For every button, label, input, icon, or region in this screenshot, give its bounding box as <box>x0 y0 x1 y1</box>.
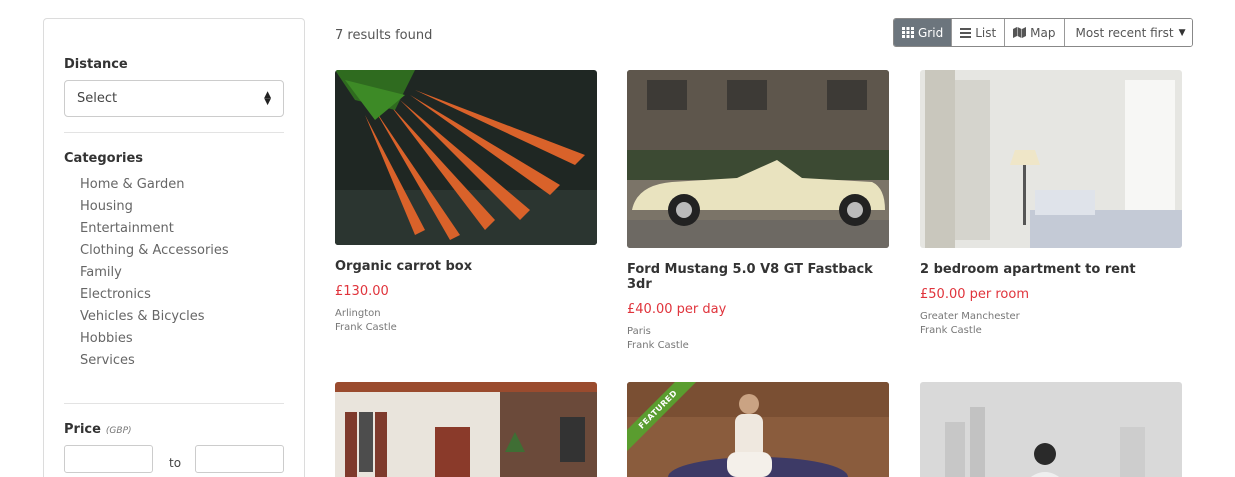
listing-title[interactable]: Ford Mustang 5.0 V8 GT Fastback 3dr <box>627 262 889 292</box>
house-image <box>335 382 597 477</box>
price-unit: (GBP) <box>105 426 132 436</box>
categories-title: Categories <box>64 151 144 166</box>
price-label: Price <box>64 422 101 437</box>
price-to-label: to <box>169 456 182 470</box>
listing-seller: Frank Castle <box>627 340 689 351</box>
list-view-label: List <box>975 25 997 40</box>
grid-icon <box>902 27 914 38</box>
listing-location: Greater Manchester <box>920 311 1020 322</box>
listing-card[interactable]: Ford Mustang 5.0 V8 GT Fastback 3dr £40.… <box>627 70 889 351</box>
price-title: Price (GBP) <box>64 422 132 437</box>
filters-sidebar: Distance Select ▲ ▼ Categories Home & Gar… <box>43 18 305 477</box>
listing-price: £50.00 per room <box>920 287 1029 302</box>
price-max-input[interactable] <box>195 445 284 473</box>
category-vehicles-bicycles[interactable]: Vehicles & Bicycles <box>80 306 229 328</box>
listing-image-house[interactable] <box>335 382 597 477</box>
page: Distance Select ▲ ▼ Categories Home & Gar… <box>0 0 1235 477</box>
price-min-input[interactable] <box>64 445 153 473</box>
listing-image-bedroom[interactable] <box>920 70 1182 248</box>
category-entertainment[interactable]: Entertainment <box>80 218 229 240</box>
sort-select[interactable]: Most recent first ▼ <box>1064 19 1192 46</box>
person-image <box>920 382 1182 477</box>
listing-title[interactable]: 2 bedroom apartment to rent <box>920 262 1182 277</box>
listing-seller: Frank Castle <box>920 325 982 336</box>
divider <box>64 403 284 404</box>
listing-seller: Frank Castle <box>335 322 397 333</box>
list-view-button[interactable]: List <box>952 19 1006 46</box>
listing-card[interactable]: Organic carrot box £130.00 Arlington Fra… <box>335 70 597 333</box>
listing-card[interactable] <box>920 382 1182 477</box>
category-clothing-accessories[interactable]: Clothing & Accessories <box>80 240 229 262</box>
listing-image-car[interactable] <box>627 70 889 248</box>
caret-down-icon: ▼ <box>1178 27 1186 38</box>
select-arrows-icon: ▲ ▼ <box>264 89 271 107</box>
grid-view-button[interactable]: Grid <box>894 19 953 46</box>
listing-price: £130.00 <box>335 284 389 299</box>
category-hobbies[interactable]: Hobbies <box>80 328 229 350</box>
list-icon <box>960 27 972 38</box>
category-family[interactable]: Family <box>80 262 229 284</box>
view-toggle: Grid List Map Most recent first ▼ <box>893 18 1193 47</box>
distance-select[interactable]: Select ▲ ▼ <box>64 80 284 117</box>
map-view-button[interactable]: Map <box>1005 19 1065 46</box>
map-icon <box>1013 27 1027 38</box>
listing-card[interactable]: FEATURED <box>627 382 889 477</box>
category-electronics[interactable]: Electronics <box>80 284 229 306</box>
car-image <box>627 70 889 248</box>
listing-price: £40.00 per day <box>627 302 727 317</box>
results-count: 7 results found <box>335 28 433 43</box>
listing-image-yoga[interactable]: FEATURED <box>627 382 889 477</box>
carrots-image <box>335 70 597 245</box>
sort-value: Most recent first <box>1075 25 1174 40</box>
listing-card[interactable] <box>335 382 597 477</box>
listing-title[interactable]: Organic carrot box <box>335 259 597 274</box>
distance-select-value: Select <box>77 91 118 106</box>
bedroom-image <box>920 70 1182 248</box>
listing-location: Paris <box>627 326 651 337</box>
category-home-garden[interactable]: Home & Garden <box>80 174 229 196</box>
category-services[interactable]: Services <box>80 350 229 372</box>
divider <box>64 132 284 133</box>
grid-view-label: Grid <box>918 25 944 40</box>
listing-location: Arlington <box>335 308 381 319</box>
distance-title: Distance <box>64 57 128 72</box>
listing-image-person[interactable] <box>920 382 1182 477</box>
category-housing[interactable]: Housing <box>80 196 229 218</box>
map-view-label: Map <box>1030 25 1056 40</box>
listing-image-carrots[interactable] <box>335 70 597 245</box>
category-list: Home & Garden Housing Entertainment Clot… <box>80 174 229 372</box>
listing-card[interactable]: 2 bedroom apartment to rent £50.00 per r… <box>920 70 1182 336</box>
